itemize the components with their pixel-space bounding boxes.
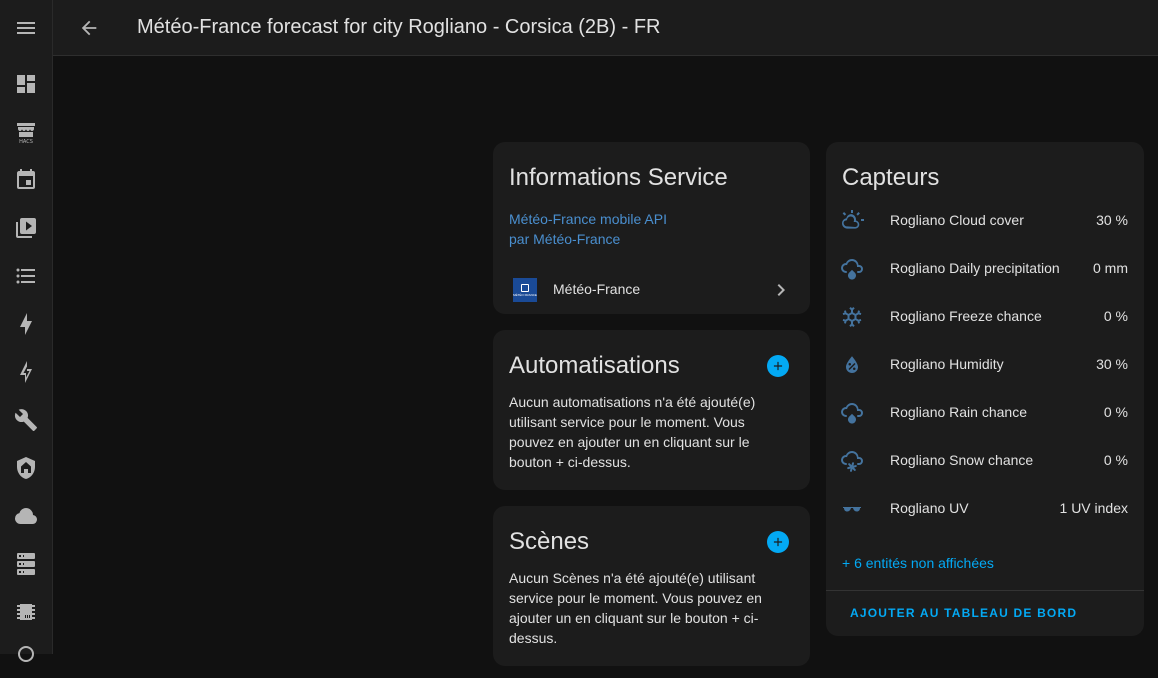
sensor-row[interactable]: Rogliano Humidity 30 % xyxy=(826,341,1144,389)
sensor-value: 30 % xyxy=(1096,356,1128,372)
integration-row[interactable]: MÉTÉO FRANCE Météo-France xyxy=(493,270,810,310)
sensor-value: 0 % xyxy=(1103,308,1128,324)
meteo-france-logo: MÉTÉO FRANCE xyxy=(513,278,537,302)
sensors-title: Capteurs xyxy=(842,164,940,191)
sensor-value: 30 % xyxy=(1096,212,1128,228)
calendar-icon[interactable] xyxy=(0,156,52,204)
hacs-icon[interactable]: HACS xyxy=(0,108,52,156)
cloud-icon[interactable] xyxy=(0,492,52,540)
list-icon[interactable] xyxy=(0,252,52,300)
info-card-title: Informations Service xyxy=(509,164,728,191)
back-arrow-icon[interactable] xyxy=(73,12,105,44)
sensor-name: Rogliano Daily precipitation xyxy=(890,260,1060,276)
sensor-row[interactable]: Rogliano Daily precipitation 0 mm xyxy=(826,245,1144,293)
wrench-icon[interactable] xyxy=(0,396,52,444)
chip-icon[interactable] xyxy=(0,588,52,636)
dashboard-icon[interactable] xyxy=(0,60,52,108)
sunglasses-icon xyxy=(840,497,864,521)
energy-icon[interactable] xyxy=(0,300,52,348)
logo-text: MÉTÉO FRANCE xyxy=(513,292,537,297)
media-icon[interactable] xyxy=(0,204,52,252)
weather-rainy-icon xyxy=(840,401,864,425)
sensor-row[interactable]: Rogliano Snow chance 0 % xyxy=(826,437,1144,485)
weather-rainy-icon xyxy=(840,257,864,281)
add-automation-button[interactable] xyxy=(767,355,789,377)
top-bar: Météo-France forecast for city Rogliano … xyxy=(53,0,1158,56)
sensor-row[interactable]: Rogliano UV 1 UV index xyxy=(826,485,1144,533)
menu-icon[interactable] xyxy=(0,4,52,52)
service-info-card: Informations Service Météo-France mobile… xyxy=(493,142,810,314)
sensor-value: 1 UV index xyxy=(1059,500,1128,516)
page-title: Météo-France forecast for city Rogliano … xyxy=(137,16,661,38)
api-link[interactable]: Météo-France mobile API xyxy=(509,211,667,227)
chevron-right-icon xyxy=(769,278,793,302)
sensor-row[interactable]: Rogliano Cloud cover 30 % xyxy=(826,197,1144,245)
sensor-name: Rogliano Freeze chance xyxy=(890,308,1042,324)
integration-name: Météo-France xyxy=(553,281,641,297)
scenes-card: Scènes Aucun Scènes n'a été ajouté(e) ut… xyxy=(493,506,810,666)
sensor-name: Rogliano UV xyxy=(890,500,969,516)
svg-text:HACS: HACS xyxy=(19,139,33,144)
automations-empty-text: Aucun automatisations n'a été ajouté(e) … xyxy=(509,394,756,470)
scenes-title: Scènes xyxy=(509,528,590,555)
sensor-row[interactable]: Rogliano Freeze chance 0 % xyxy=(826,293,1144,341)
sensor-value: 0 % xyxy=(1103,452,1128,468)
sensor-name: Rogliano Cloud cover xyxy=(890,212,1024,228)
sensor-name: Rogliano Snow chance xyxy=(890,452,1034,468)
add-to-dashboard-button[interactable]: AJOUTER AU TABLEAU DE BORD xyxy=(850,606,1077,620)
extra-icon[interactable] xyxy=(0,630,52,678)
sensor-name: Rogliano Humidity xyxy=(890,356,1004,372)
divider xyxy=(826,590,1144,591)
weather-snowy-icon xyxy=(840,449,864,473)
server-icon[interactable] xyxy=(0,540,52,588)
sensor-value: 0 % xyxy=(1103,404,1128,420)
shield-home-icon[interactable] xyxy=(0,444,52,492)
hidden-entities-link[interactable]: + 6 entités non affichées xyxy=(842,555,994,571)
sensor-row[interactable]: Rogliano Rain chance 0 % xyxy=(826,389,1144,437)
sidebar: HACS xyxy=(0,0,53,662)
water-percent-icon xyxy=(840,353,864,377)
automations-card: Automatisations Aucun automatisations n'… xyxy=(493,330,810,490)
lightning-icon[interactable] xyxy=(0,348,52,396)
sensor-name: Rogliano Rain chance xyxy=(890,404,1027,420)
provider-link[interactable]: par Météo-France xyxy=(509,231,620,247)
automations-title: Automatisations xyxy=(509,352,680,379)
sensor-value: 0 mm xyxy=(1093,260,1128,276)
scenes-empty-text: Aucun Scènes n'a été ajouté(e) utilisant… xyxy=(509,570,762,646)
snowflake-icon xyxy=(840,305,864,329)
sensors-card: Capteurs Rogliano Cloud cover 30 % Rogli… xyxy=(826,142,1144,636)
weather-partly-cloudy-icon xyxy=(840,209,864,233)
add-scene-button[interactable] xyxy=(767,531,789,553)
